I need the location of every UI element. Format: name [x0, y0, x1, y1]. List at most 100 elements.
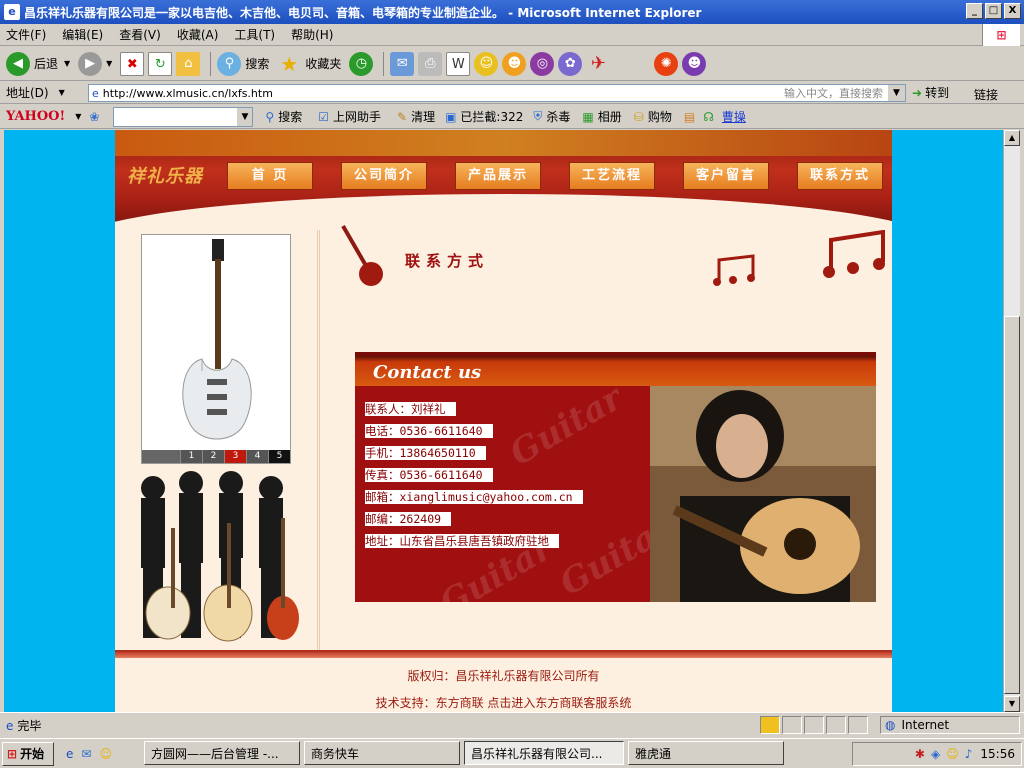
pager-item[interactable]: 5	[268, 450, 290, 463]
menu-tools[interactable]: 工具(T)	[234, 26, 275, 43]
tray-icon[interactable]: ◈	[931, 747, 940, 761]
music-note-small-icon	[713, 254, 755, 286]
contact-phone: 电话：0536-6611640	[365, 424, 595, 438]
minimize-button[interactable]: _	[966, 3, 983, 19]
website: 祥礼乐器 首 页 公司简介 产品展示 工艺流程 客户留言 联系方式 1 2 3 …	[115, 130, 892, 712]
sidebar: 1 2 3 4 5	[115, 230, 320, 650]
forward-button[interactable]: ▶ ▼	[78, 51, 112, 76]
zone-label: Internet	[901, 718, 950, 732]
refresh-icon[interactable]: ↻	[148, 51, 173, 76]
globe-icon: ◍	[885, 718, 896, 732]
yahoo-album-button[interactable]: 相册	[598, 108, 622, 125]
home-icon[interactable]: ⌂	[176, 51, 201, 76]
flower-icon[interactable]: ✿	[558, 51, 583, 76]
print-icon[interactable]: ⎙	[418, 51, 443, 76]
go-button[interactable]: ➜ 转到	[912, 84, 949, 101]
calculator-icon[interactable]: ▤	[684, 110, 695, 124]
task-fangyuan[interactable]: 方圆网——后台管理 -...	[144, 741, 300, 765]
nav-about[interactable]: 公司简介	[341, 162, 427, 190]
yahoo-search-button[interactable]: 搜索	[278, 108, 302, 125]
quicklaunch-ie-icon[interactable]: e	[66, 747, 73, 761]
address-label-dropdown-icon[interactable]: ▼	[59, 88, 65, 97]
status-cell	[782, 716, 802, 734]
edit-icon[interactable]: W	[446, 51, 471, 76]
fire-icon[interactable]: ✺	[654, 51, 679, 76]
maximize-button[interactable]: □	[985, 3, 1002, 19]
history-icon[interactable]: ◷	[349, 51, 374, 76]
pager-item[interactable]: 4	[246, 450, 268, 463]
footer-support-link[interactable]: 技术支持：东方商联 点击进入东方商联客服系统	[115, 694, 892, 711]
address-label: 地址(D)	[6, 86, 49, 100]
yahoo-logo[interactable]: YAHOO!	[6, 109, 65, 124]
favorites-button[interactable]: ★ 收藏夹	[277, 52, 341, 76]
back-dropdown-icon[interactable]: ▼	[64, 59, 70, 68]
scroll-up-icon[interactable]: ▲	[1004, 130, 1020, 146]
yahoo-clean-button[interactable]: 清理	[411, 108, 435, 125]
headset-icon[interactable]: ☊	[703, 110, 714, 124]
slideshow-pager: 1 2 3 4 5	[142, 450, 290, 463]
menu-file[interactable]: 文件(F)	[6, 26, 46, 43]
swallow-icon[interactable]: ✈	[586, 52, 610, 76]
nav-home[interactable]: 首 页	[227, 162, 313, 190]
window-titlebar[interactable]: e 昌乐祥礼乐器有限公司是一家以电吉他、木吉他、电贝司、音箱、电琴箱的专业制造企…	[0, 0, 1024, 24]
nav-contact[interactable]: 联系方式	[797, 162, 883, 190]
clock[interactable]: 15:56	[980, 747, 1015, 761]
stop-icon[interactable]: ✖	[120, 51, 145, 76]
nav-products[interactable]: 产品展示	[455, 162, 541, 190]
site-logo[interactable]: 祥礼乐器	[127, 162, 203, 188]
task-yahoo-messenger[interactable]: 雅虎通	[628, 741, 784, 765]
page-done-icon: e	[6, 718, 14, 733]
task-list: 方圆网——后台管理 -... 商务快车 昌乐祥礼乐器有限公司... 雅虎通	[144, 741, 784, 765]
yahoo-messenger-icon[interactable]: ☻	[682, 51, 707, 76]
quicklaunch-outlook-icon[interactable]: ✉	[81, 747, 91, 761]
status-cell	[826, 716, 846, 734]
close-button[interactable]: X	[1004, 3, 1021, 19]
menu-view[interactable]: 查看(V)	[119, 26, 161, 43]
yahoo-blocked-count[interactable]: 已拦截:322	[460, 108, 523, 125]
task-business-express[interactable]: 商务快车	[304, 741, 460, 765]
yahoo-caocao-link[interactable]: 曹操	[722, 108, 746, 125]
tray-icon[interactable]: ♪	[965, 747, 973, 761]
yahoo-dropdown-icon[interactable]: ▼	[75, 112, 81, 121]
header-curve	[115, 194, 892, 230]
main-content: 联系方式 Contact us Guitar Guitar Guitar 联系人…	[323, 224, 892, 650]
start-button[interactable]: ⊞ 开始	[2, 741, 54, 766]
nav-process[interactable]: 工艺流程	[569, 162, 655, 190]
pager-item[interactable]: 1	[180, 450, 202, 463]
scroll-down-icon[interactable]: ▼	[1004, 696, 1020, 712]
product-slideshow[interactable]: 1 2 3 4 5	[141, 234, 291, 464]
mail-icon[interactable]: ✉	[390, 51, 415, 76]
yahoo-assistant-button[interactable]: 上网助手	[333, 108, 381, 125]
tray-icon[interactable]: ✱	[915, 747, 925, 761]
messenger-icon[interactable]: ☺	[474, 51, 499, 76]
yahoo-shopping-button[interactable]: 购物	[648, 108, 672, 125]
warning-icon[interactable]	[760, 716, 780, 734]
menu-favorites[interactable]: 收藏(A)	[177, 26, 219, 43]
yahoo-search-dropdown-icon[interactable]: ▼	[237, 107, 253, 126]
quicklaunch-qq-icon[interactable]: ☺	[99, 747, 112, 761]
flower-icon[interactable]: ❀	[89, 110, 99, 124]
back-button[interactable]: ◀ 后退 ▼	[6, 51, 70, 76]
compass-icon[interactable]: ◎	[530, 51, 555, 76]
menu-bar: 文件(F) 编辑(E) 查看(V) 收藏(A) 工具(T) 帮助(H)	[0, 24, 1024, 46]
address-input[interactable]: e http://www.xlmusic.cn/lxfs.htm 输入中文，直接…	[88, 84, 906, 102]
vertical-scrollbar[interactable]: ▲ ▼	[1003, 130, 1020, 712]
scrollbar-thumb[interactable]	[1004, 316, 1020, 694]
pager-item-active[interactable]: 3	[224, 450, 246, 463]
menu-help[interactable]: 帮助(H)	[291, 26, 333, 43]
nav-guestbook[interactable]: 客户留言	[683, 162, 769, 190]
forward-dropdown-icon[interactable]: ▼	[106, 59, 112, 68]
yahoo-antivirus-button[interactable]: 杀毒	[546, 108, 570, 125]
task-xiangli-ie[interactable]: 昌乐祥礼乐器有限公司...	[464, 741, 624, 765]
menu-edit[interactable]: 编辑(E)	[62, 26, 103, 43]
tray-icon[interactable]: ☺	[946, 747, 959, 761]
contact-card: Contact us Guitar Guitar Guitar 联系人：刘祥礼 …	[355, 352, 876, 602]
yahoo-search-input[interactable]: ▼	[113, 106, 254, 127]
address-dropdown-icon[interactable]: ▼	[888, 85, 905, 101]
qq-icon[interactable]: ☻	[502, 51, 527, 76]
yahoo-toolbar: YAHOO! ▼ ❀ ▼ ⚲ 搜索 ☑ 上网助手 ✎ 清理 ▣ 已拦截:322 …	[0, 105, 1024, 129]
pager-item[interactable]: 2	[202, 450, 224, 463]
status-cell	[804, 716, 824, 734]
links-button[interactable]: 链接	[974, 86, 998, 103]
search-button[interactable]: ⚲ 搜索	[217, 51, 269, 76]
